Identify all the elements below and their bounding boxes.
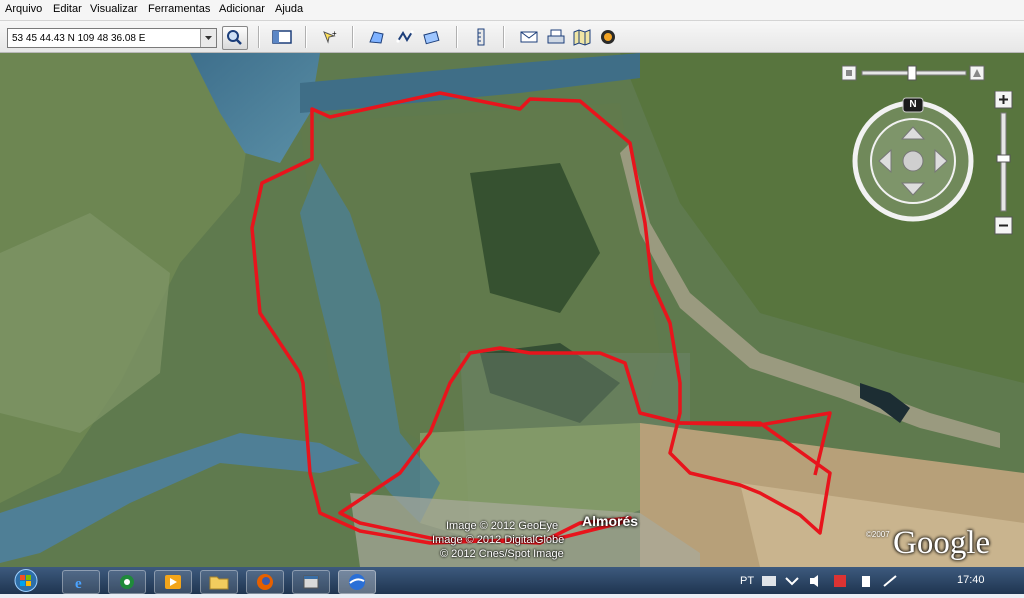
add-path-button[interactable] <box>395 28 415 46</box>
chevron-down-icon <box>205 36 212 40</box>
zoom-slider-graphic <box>994 90 1013 235</box>
volume-icon <box>810 575 818 587</box>
search-button[interactable] <box>222 26 248 50</box>
compass-ring-icon <box>852 97 974 222</box>
print-button[interactable] <box>546 28 566 46</box>
battery-icon <box>862 576 870 587</box>
media-player-icon <box>165 575 181 589</box>
view-in-maps-button[interactable] <box>572 28 592 46</box>
search-dropdown-button[interactable] <box>200 29 216 47</box>
toolbar-separator <box>503 26 505 48</box>
menu-ajuda[interactable]: Ajuda <box>275 3 303 15</box>
taskbar-media-center[interactable] <box>108 570 146 594</box>
email-button[interactable] <box>519 28 539 46</box>
add-placemark-button[interactable]: + <box>319 28 339 46</box>
credit-cnes-spot: © 2012 Cnes/Spot Image <box>440 548 564 560</box>
add-overlay-button[interactable] <box>422 28 442 46</box>
place-label[interactable]: Almorés <box>582 513 638 529</box>
taskbar-firefox[interactable] <box>246 570 284 594</box>
envelope-icon <box>520 31 538 43</box>
navigation-compass[interactable]: N <box>850 97 974 225</box>
ruler-button[interactable] <box>471 28 491 46</box>
placemark-icon: + <box>323 29 337 44</box>
network-icon <box>883 575 897 587</box>
firefox-icon <box>257 574 273 590</box>
start-button[interactable] <box>6 568 46 593</box>
taskbar-app[interactable] <box>292 570 330 594</box>
internet-explorer-icon: e <box>75 576 82 592</box>
zoom-slider[interactable] <box>994 90 1014 237</box>
path-icon <box>396 30 414 43</box>
system-tray-icons <box>762 575 897 587</box>
printer-icon <box>547 29 565 44</box>
look-slider-graphic <box>841 65 985 81</box>
toolbar-separator <box>456 26 458 48</box>
google-logo-year: ©2007 <box>866 530 890 539</box>
application-icon <box>303 575 319 589</box>
ruler-icon <box>477 28 485 46</box>
menu-arquivo[interactable]: Arquivo <box>5 3 42 15</box>
svg-text:+: + <box>332 29 337 38</box>
language-indicator[interactable]: PT <box>740 575 754 587</box>
search-icon <box>227 30 242 45</box>
flag-icon <box>834 575 846 587</box>
toolbar-separator <box>352 26 354 48</box>
menu-ferramentas[interactable]: Ferramentas <box>148 3 210 15</box>
google-logo: Google <box>893 525 991 561</box>
credit-digitalglobe: Image © 2012 DigitalGlobe <box>432 534 565 546</box>
compass-north-label: N <box>909 99 917 110</box>
add-polygon-button[interactable] <box>367 28 387 46</box>
svg-text:e: e <box>75 576 82 592</box>
polygon-icon <box>369 31 384 44</box>
menu-bar: Arquivo Editar Visualizar Ferramentas Ad… <box>0 0 1024 21</box>
clock[interactable]: 17:40 <box>957 574 985 586</box>
taskbar-internet-explorer[interactable]: e <box>62 570 100 594</box>
search-box <box>7 28 217 48</box>
map-icon <box>573 29 591 46</box>
toolbar: + <box>0 21 1024 53</box>
media-center-icon <box>120 575 134 589</box>
toolbar-separator <box>305 26 307 48</box>
credit-geoeye: Image © 2012 GeoEye <box>446 520 559 532</box>
search-input[interactable] <box>8 29 198 47</box>
taskbar-google-earth[interactable] <box>338 570 376 594</box>
globe-icon <box>601 30 615 44</box>
google-earth-icon <box>349 574 365 590</box>
overlay-icon <box>423 31 440 45</box>
look-slider[interactable] <box>841 65 988 83</box>
sidebar-toggle-button[interactable] <box>272 28 292 46</box>
folder-icon <box>209 576 229 590</box>
menu-editar[interactable]: Editar <box>53 3 82 15</box>
imagery-credits: Image © 2012 GeoEye Image © 2012 Digital… <box>432 519 564 561</box>
toolbar-separator <box>258 26 260 48</box>
show-hidden-icons-icon <box>785 577 799 586</box>
menu-visualizar[interactable]: Visualizar <box>90 3 138 15</box>
menu-adicionar[interactable]: Adicionar <box>219 3 265 15</box>
taskbar-media-player[interactable] <box>154 570 192 594</box>
windows-taskbar: e PT 17:40 <box>0 567 1024 594</box>
keyboard-icon <box>762 576 776 586</box>
earth-gallery-button[interactable] <box>598 28 618 46</box>
windows-logo-icon <box>14 569 38 592</box>
taskbar-explorer[interactable] <box>200 570 238 594</box>
sidebar-icon <box>272 30 292 44</box>
map-view[interactable]: Almorés Image © 2012 GeoEye Image © 2012… <box>0 53 1024 567</box>
